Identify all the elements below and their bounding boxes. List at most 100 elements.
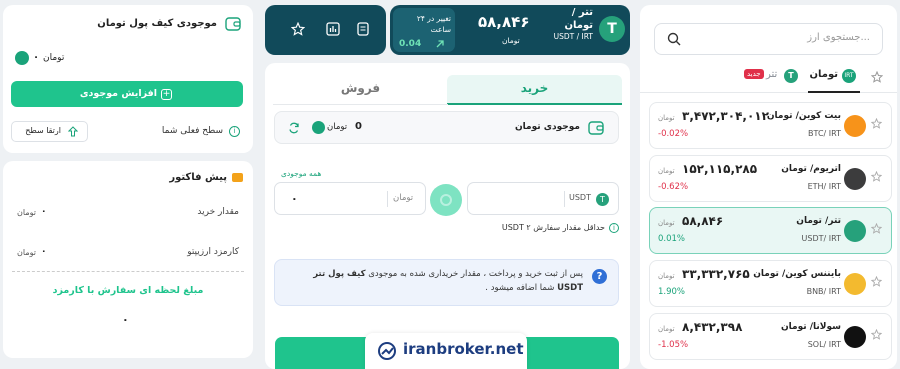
coin-name: اتریوم/ تومان bbox=[781, 164, 841, 174]
bnb-icon bbox=[844, 273, 866, 295]
search-box[interactable]: جستجوی ارز... bbox=[654, 23, 883, 55]
upgrade-level-label: ارتقا سطح bbox=[25, 126, 61, 135]
wallet-card-title: موجودی کیف پول تومان bbox=[97, 18, 217, 29]
star-icon[interactable] bbox=[871, 276, 882, 287]
toman-badge-icon bbox=[15, 51, 29, 65]
wallet-label: موجودی تومان bbox=[515, 122, 580, 132]
refresh-icon[interactable] bbox=[288, 122, 300, 134]
invoice-card: پیش فاکتور مقدار خرید ۰ تومان کارمزد ارز… bbox=[3, 161, 253, 358]
invoice-total-value: ۰ bbox=[122, 313, 129, 326]
ethereum-icon bbox=[844, 168, 866, 190]
info-text-usdt: USDT bbox=[557, 283, 583, 293]
document-icon[interactable] bbox=[356, 22, 370, 36]
tab-tether[interactable]: T تتر جدید bbox=[740, 67, 804, 93]
ticker-bar: تغییر در ۲۴ ساعت 0.04 ۵۸,۸۴۶ تومان تتر /… bbox=[265, 5, 630, 55]
coin-name: سولانا/ تومان bbox=[780, 322, 841, 332]
coin-unit: تومان bbox=[658, 167, 675, 175]
coin-row[interactable]: بیت کوین/ تومان BTC/ IRT ۳,۴۷۲,۳۰۴,۰۱۲ توما… bbox=[649, 102, 892, 149]
coin-row[interactable]: اتریوم/ تومان ETH/ IRT ۱۵۲,۱۱۵,۲۸۵ تومان -0.… bbox=[649, 155, 892, 202]
star-icon[interactable] bbox=[871, 223, 882, 234]
toman-icon: IRT bbox=[842, 69, 856, 83]
favorites-star-icon[interactable] bbox=[871, 71, 883, 83]
coin-change: -1.05% bbox=[658, 340, 689, 350]
wallet-card-amount: ۰ bbox=[33, 52, 40, 63]
tab-buy[interactable]: خرید bbox=[447, 75, 622, 105]
bitcoin-icon bbox=[844, 115, 866, 137]
wallet-amount: 0 bbox=[355, 121, 362, 132]
receipt-icon bbox=[232, 173, 243, 182]
ticker-info: تغییر در ۲۴ ساعت 0.04 ۵۸,۸۴۶ تومان تتر /… bbox=[390, 5, 630, 55]
change-value: 0.04 bbox=[399, 39, 422, 49]
increase-balance-button[interactable]: + افزایش موجودی bbox=[11, 81, 243, 107]
coin-unit: تومان bbox=[658, 325, 675, 333]
tab-buy-label: خرید bbox=[520, 81, 549, 95]
ticker-price: ۵۸,۸۴۶ bbox=[478, 13, 530, 31]
input-divider bbox=[387, 191, 388, 207]
toman-input-value[interactable]: ۰ bbox=[291, 192, 298, 205]
coin-price: ۵۸,۸۴۶ bbox=[682, 214, 724, 228]
swap-icon bbox=[440, 194, 452, 206]
invoice-row-label: کارمزد ارزیپتو bbox=[187, 247, 239, 257]
coin-unit: تومان bbox=[658, 219, 675, 227]
invoice-title: پیش فاکتور bbox=[169, 172, 227, 183]
tab-toman[interactable]: IRT تومان bbox=[808, 67, 860, 93]
chart-icon[interactable] bbox=[326, 22, 340, 36]
dashed-divider bbox=[12, 271, 244, 272]
level-label: سطح فعلی شما bbox=[161, 126, 223, 136]
invoice-row-label: مقدار خرید bbox=[197, 207, 239, 217]
info-text: پس از ثبت خرید و پرداخت ، مقدار خریداری … bbox=[298, 267, 583, 295]
coin-row[interactable]: بایننس کوین/ تومان BNB/ IRT ۳۳,۳۳۲,۷۶۵ توما… bbox=[649, 260, 892, 307]
coin-change: -0.02% bbox=[658, 129, 689, 139]
star-icon[interactable] bbox=[871, 329, 882, 340]
coin-row[interactable]: تتر/ تومان USDT/ IRT ۵۸,۸۴۶ تومان 0.01% bbox=[649, 207, 892, 254]
invoice-row-unit: تومان bbox=[17, 248, 36, 257]
toman-input[interactable]: تومان ۰ bbox=[274, 182, 426, 215]
coin-unit: تومان bbox=[658, 114, 675, 122]
search-input[interactable]: جستجوی ارز... bbox=[807, 32, 870, 43]
coin-name: بایننس کوین/ تومان bbox=[753, 269, 841, 279]
coin-price: ۳,۴۷۲,۳۰۴,۰۱۲ bbox=[682, 109, 769, 123]
info-circle-icon: i bbox=[229, 126, 240, 137]
swap-button[interactable] bbox=[430, 184, 462, 216]
coin-price: ۸,۴۳۲,۳۹۸ bbox=[682, 320, 743, 334]
info-text-bold: کیف پول تتر bbox=[313, 269, 366, 279]
question-icon: ? bbox=[592, 269, 607, 284]
tether-icon: T bbox=[784, 69, 798, 83]
new-badge: جدید bbox=[744, 69, 764, 79]
ticker-price-unit: تومان bbox=[502, 36, 520, 45]
coin-pair: USDT/ IRT bbox=[801, 234, 841, 243]
coin-unit: تومان bbox=[658, 272, 675, 280]
invoice-row-unit: تومان bbox=[17, 208, 36, 217]
star-icon[interactable] bbox=[871, 118, 882, 129]
wallet-balance-row: موجودی تومان 0 تومان bbox=[274, 111, 619, 144]
wallet-card-unit: تومان bbox=[43, 53, 65, 63]
toman-badge-icon bbox=[312, 121, 325, 134]
info-box: ? پس از ثبت خرید و پرداخت ، مقدار خریدار… bbox=[274, 259, 619, 306]
invoice-total-label: مبلغ لحظه ای سفارش با کارمزد bbox=[52, 285, 204, 296]
coin-row[interactable]: سولانا/ تومان SOL/ IRT ۸,۴۳۲,۳۹۸ تومان -1.05… bbox=[649, 313, 892, 360]
coin-price: ۱۵۲,۱۱۵,۲۸۵ bbox=[682, 162, 758, 176]
coin-change: 0.01% bbox=[658, 234, 686, 244]
trade-card: خرید فروش موجودی تومان 0 تومان همه موجود… bbox=[265, 63, 630, 369]
star-icon[interactable] bbox=[871, 171, 882, 182]
input-divider bbox=[564, 191, 565, 207]
watermark-logo: iranbroker.net bbox=[365, 333, 527, 369]
wallet-unit: تومان bbox=[327, 122, 348, 132]
usdt-input[interactable]: T USDT bbox=[467, 182, 619, 215]
tab-sell[interactable]: فروش bbox=[273, 75, 448, 105]
invoice-row-value: ۰ bbox=[41, 207, 47, 217]
plus-icon: + bbox=[161, 89, 172, 100]
all-balance-link[interactable]: همه موجودی bbox=[281, 169, 321, 178]
market-sidebar: جستجوی ارز... IRT تومان T تتر جدید بیت ک… bbox=[640, 5, 897, 369]
arrow-up-icon bbox=[68, 126, 78, 137]
coin-name: تتر/ تومان bbox=[796, 216, 841, 226]
coin-pair: BNB/ IRT bbox=[806, 287, 841, 296]
info-circle-icon: i bbox=[609, 223, 619, 233]
star-icon[interactable] bbox=[291, 22, 305, 36]
coin-pair: SOL/ IRT bbox=[807, 340, 841, 349]
tether-small-icon: T bbox=[596, 193, 609, 206]
coin-change: 1.90% bbox=[658, 287, 686, 297]
upgrade-level-button[interactable]: ارتقا سطح bbox=[11, 121, 88, 142]
coin-name: بیت کوین/ تومان bbox=[766, 111, 841, 121]
search-icon[interactable] bbox=[667, 32, 681, 46]
